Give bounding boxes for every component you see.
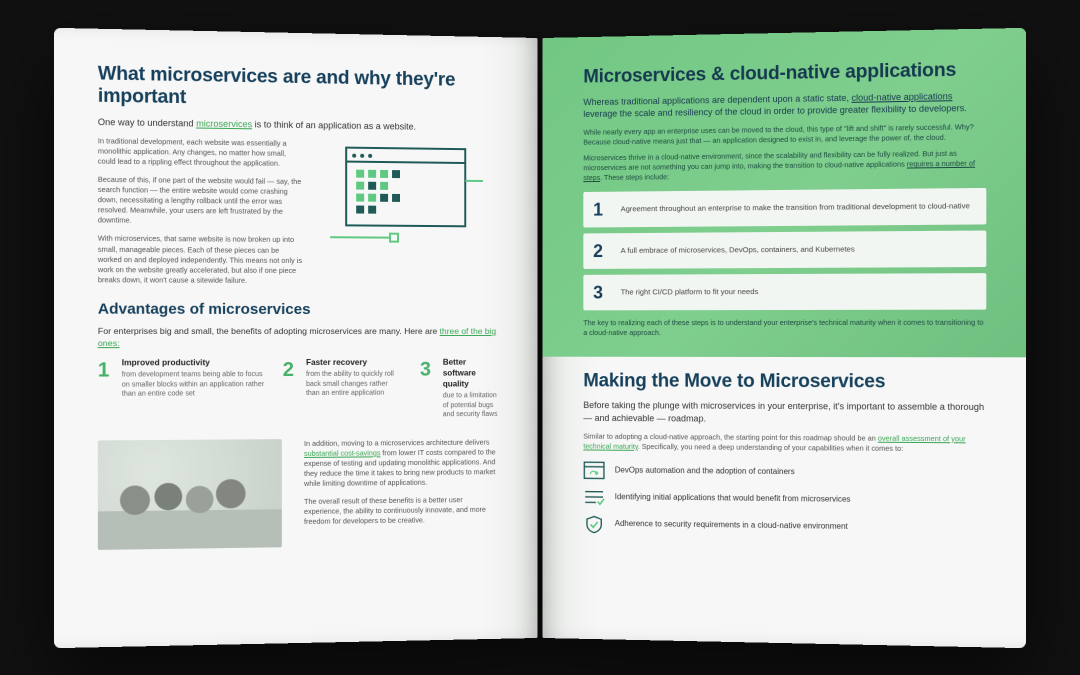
para: In addition, moving to a microservices a… [304,437,501,489]
advantage-title: Improved productivity [122,357,265,368]
team-meeting-photo [98,438,282,549]
move-lead: Before taking the plunge with microservi… [583,399,986,425]
cloud-native-link[interactable]: cloud-native applications [852,90,953,102]
bullet-item: Identifying initial applications that wo… [583,487,986,512]
bullet-text: DevOps automation and the adoption of co… [615,465,795,477]
cloud-native-title: Microservices & cloud-native application… [583,59,986,88]
intro-row: In traditional development, each website… [98,136,501,287]
bullet-text: Identifying initial applications that wo… [615,492,851,505]
text: Microservices thrive in a cloud-native e… [583,148,957,172]
advantages-row: 1 Improved productivity from development … [98,357,501,422]
advantage-desc: due to a limitation of potential bugs an… [443,391,501,419]
para: While nearly every app an enterprise use… [583,122,986,148]
list-check-icon [583,487,605,507]
left-page: What microservices are and why they're i… [54,27,537,647]
devops-icon [583,461,605,481]
move-title: Making the Move to Microservices [583,370,986,393]
advantage-item: 1 Improved productivity from development … [98,357,265,422]
bullet-item: Adherence to security requirements in a … [583,514,986,539]
para: In traditional development, each website… [98,136,302,169]
microservices-link[interactable]: microservices [196,118,252,129]
cost-savings-link[interactable]: substantial cost-savings [304,448,380,458]
step-number: 3 [593,280,609,304]
step-item: 2 A full embrace of microservices, DevOps… [583,230,986,269]
text: . These steps include: [600,172,669,182]
cloud-native-lead: Whereas traditional applications are dep… [583,89,986,120]
microservices-diagram-icon [320,139,489,260]
green-panel: Microservices & cloud-native application… [542,27,1025,356]
book-spread: What microservices are and why they're i… [60,33,1020,643]
para: The overall result of these benefits is … [304,494,501,526]
text: One way to understand [98,116,196,128]
bullet-text: Adherence to security requirements in a … [615,519,848,533]
bullet-item: DevOps automation and the adoption of co… [583,461,986,485]
intro-text-col: In traditional development, each website… [98,136,302,286]
advantage-item: 2 Faster recovery from the ability to qui… [283,357,402,421]
para: Because of this, if one part of the webs… [98,174,302,227]
advantages-title: Advantages of microservices [98,299,501,320]
step-item: 1 Agreement throughout an enterprise to m… [583,187,986,227]
advantage-desc: from the ability to quickly roll back sm… [306,370,402,399]
shield-icon [583,514,605,534]
advantage-title: Faster recovery [306,357,402,368]
text: . Specifically, you need a deep understa… [638,441,903,452]
advantages-lead: For enterprises big and small, the benef… [98,325,501,349]
text: Similar to adopting a cloud-native appro… [583,431,877,442]
text: For enterprises big and small, the benef… [98,325,440,335]
advantage-item: 3 Better software qualitydue to a limita… [420,357,501,420]
advantage-number: 1 [98,357,110,421]
text: Whereas traditional applications are dep… [583,92,851,106]
left-title: What microservices are and why they're i… [98,63,501,114]
advantage-title: Better software quality [443,357,501,390]
step-number: 2 [593,238,609,262]
bottom-text-col: In addition, moving to a microservices a… [304,437,501,546]
advantage-desc: from development teams being able to foc… [122,370,265,399]
para: With microservices, that same website is… [98,234,302,286]
step-number: 1 [593,197,609,221]
advantage-number: 2 [283,357,294,421]
para: The key to realizing each of these steps… [583,318,986,338]
para: Microservices thrive in a cloud-native e… [583,148,986,183]
advantage-number: 3 [420,357,431,420]
left-lead: One way to understand microservices is t… [98,115,501,133]
step-text: The right CI/CD platform to fit your nee… [621,287,759,298]
right-page: Microservices & cloud-native application… [542,27,1025,647]
step-text: Agreement throughout an enterprise to ma… [621,200,970,213]
text: is to think of an application as a websi… [252,118,416,130]
text: In addition, moving to a microservices a… [304,437,489,447]
bottom-row: In addition, moving to a microservices a… [98,437,501,549]
step-text: A full embrace of microservices, DevOps,… [621,244,855,256]
para: Similar to adopting a cloud-native appro… [583,431,986,454]
step-item: 3 The right CI/CD platform to fit your ne… [583,273,986,311]
